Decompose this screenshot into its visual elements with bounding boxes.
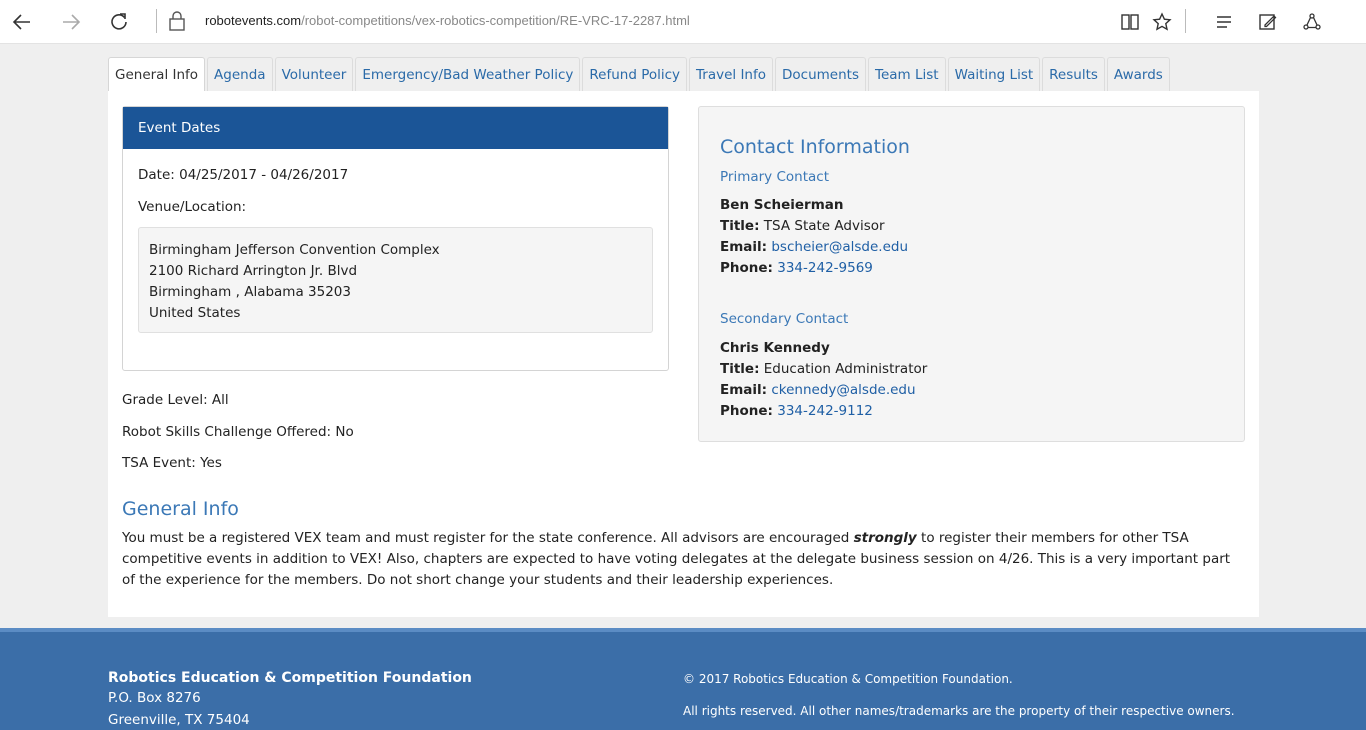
tab-team-list[interactable]: Team List: [868, 57, 946, 91]
event-page: General Info Agenda Volunteer Emergency/…: [108, 54, 1259, 617]
primary-contact-heading: Primary Contact: [720, 169, 829, 185]
address-bar[interactable]: robotevents.com/robot-competitions/vex-r…: [205, 13, 690, 28]
tab-travel-info[interactable]: Travel Info: [689, 57, 774, 91]
tab-refund-policy[interactable]: Refund Policy: [582, 57, 688, 91]
footer-po-box: P.O. Box 8276: [108, 690, 201, 706]
url-path: /robot-competitions/vex-robotics-competi…: [301, 13, 690, 28]
secondary-phone-link[interactable]: 334-242-9112: [777, 403, 873, 419]
favorite-star-icon[interactable]: [1148, 8, 1176, 36]
footer-rights: All rights reserved. All other names/tra…: [683, 704, 1235, 718]
web-note-icon[interactable]: [1254, 8, 1282, 36]
tab-waiting-list[interactable]: Waiting List: [947, 57, 1041, 91]
address-line: 2100 Richard Arrington Jr. Blvd: [149, 263, 358, 279]
primary-contact-phone: Phone: 334-242-9569: [720, 260, 873, 276]
lock-icon[interactable]: [168, 11, 186, 31]
venue-label: Venue/Location:: [138, 199, 247, 215]
contact-panel: Contact Information Primary Contact Ben …: [698, 106, 1245, 442]
browser-toolbar: robotevents.com/robot-competitions/vex-r…: [0, 0, 1366, 44]
venue-address: Birmingham Jefferson Convention Complex …: [138, 227, 653, 333]
skills-challenge: Robot Skills Challenge Offered: No: [122, 424, 354, 440]
grade-level: Grade Level: All: [122, 392, 229, 408]
footer-copyright: © 2017 Robotics Education & Competition …: [683, 672, 1013, 686]
primary-email-link[interactable]: bscheier@alsde.edu: [771, 239, 908, 255]
tsa-event: TSA Event: Yes: [122, 455, 222, 471]
tab-documents[interactable]: Documents: [775, 57, 866, 91]
secondary-contact-title: Title: Education Administrator: [720, 361, 928, 377]
tab-volunteer[interactable]: Volunteer: [274, 57, 354, 91]
tab-general-info[interactable]: General Info: [108, 57, 206, 91]
event-dates-header: Event Dates: [123, 107, 668, 149]
secondary-contact-email: Email: ckennedy@alsde.edu: [720, 382, 916, 398]
toolbar-divider: [1185, 9, 1186, 33]
secondary-email-link[interactable]: ckennedy@alsde.edu: [771, 382, 915, 398]
contact-title: Contact Information: [720, 136, 910, 158]
event-tabs: General Info Agenda Volunteer Emergency/…: [108, 57, 1172, 91]
tab-results[interactable]: Results: [1042, 57, 1105, 91]
tab-content: Event Dates Date: 04/25/2017 - 04/26/201…: [108, 91, 1259, 617]
secondary-contact-heading: Secondary Contact: [720, 311, 849, 327]
address-line: United States: [149, 305, 241, 321]
general-info-text: You must be a registered VEX team and mu…: [122, 530, 1231, 588]
secondary-contact-phone: Phone: 334-242-9112: [720, 403, 873, 419]
primary-contact-title: Title: TSA State Advisor: [720, 218, 885, 234]
primary-contact-name: Ben Scheierman: [720, 197, 844, 213]
reading-view-icon[interactable]: [1116, 8, 1144, 36]
secondary-contact-name: Chris Kennedy: [720, 340, 830, 356]
footer-city: Greenville, TX 75404: [108, 712, 250, 728]
event-dates-panel: Event Dates Date: 04/25/2017 - 04/26/201…: [122, 106, 669, 371]
tab-emergency-policy[interactable]: Emergency/Bad Weather Policy: [355, 57, 581, 91]
back-icon[interactable]: [8, 8, 36, 36]
event-date: Date: 04/25/2017 - 04/26/2017: [138, 167, 349, 183]
primary-contact-email: Email: bscheier@alsde.edu: [720, 239, 909, 255]
address-line: Birmingham , Alabama 35203: [149, 284, 351, 300]
refresh-icon[interactable]: [105, 8, 133, 36]
footer-org-name: Robotics Education & Competition Foundat…: [108, 670, 472, 686]
toolbar-divider: [156, 9, 157, 33]
general-info-title: General Info: [122, 498, 239, 520]
forward-icon[interactable]: [57, 8, 85, 36]
primary-phone-link[interactable]: 334-242-9569: [777, 260, 873, 276]
address-line: Birmingham Jefferson Convention Complex: [149, 242, 440, 258]
hub-icon[interactable]: [1210, 8, 1238, 36]
tab-agenda[interactable]: Agenda: [207, 57, 273, 91]
share-icon[interactable]: [1298, 8, 1326, 36]
url-host: robotevents.com: [205, 13, 302, 28]
tab-awards[interactable]: Awards: [1106, 57, 1170, 91]
site-footer: Robotics Education & Competition Foundat…: [0, 628, 1366, 730]
